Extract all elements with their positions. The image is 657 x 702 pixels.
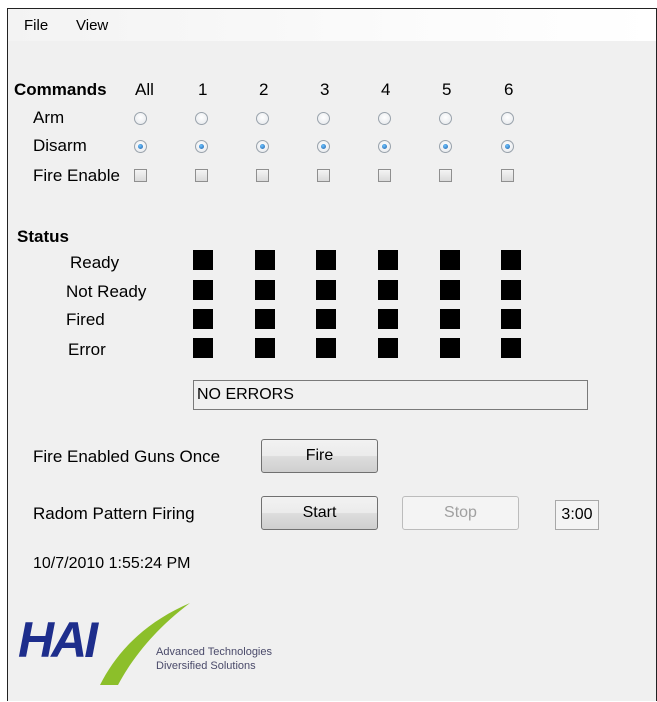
arm-radio-2[interactable] (256, 112, 269, 125)
status-ready-label: Ready (70, 253, 120, 272)
status-indicator-ready-4 (378, 250, 398, 270)
status-indicator-not-ready-4 (378, 280, 398, 300)
fire-button[interactable]: Fire (261, 439, 378, 473)
status-indicator-error-1 (193, 338, 213, 358)
disarm-radio-5[interactable] (439, 140, 452, 153)
status-indicator-fired-3 (316, 309, 336, 329)
fire-enable-checkbox-4[interactable] (378, 169, 391, 182)
status-indicator-ready-2 (255, 250, 275, 270)
column-header-5: 5 (442, 80, 452, 99)
status-indicator-not-ready-3 (316, 280, 336, 300)
status-indicator-not-ready-5 (440, 280, 460, 300)
status-indicator-fired-2 (255, 309, 275, 329)
fire-enable-checkbox-all[interactable] (134, 169, 147, 182)
status-indicator-fired-1 (193, 309, 213, 329)
status-indicator-ready-3 (316, 250, 336, 270)
menu-view[interactable]: View (76, 17, 108, 34)
status-indicator-not-ready-2 (255, 280, 275, 300)
column-header-2: 2 (259, 80, 269, 99)
arm-radio-4[interactable] (378, 112, 391, 125)
stop-button[interactable]: Stop (402, 496, 519, 530)
status-indicator-fired-5 (440, 309, 460, 329)
status-indicator-not-ready-6 (501, 280, 521, 300)
status-indicator-error-5 (440, 338, 460, 358)
logo-tagline-2: Diversified Solutions (156, 660, 256, 672)
status-error-label: Error (68, 340, 106, 359)
column-header-all: All (135, 80, 154, 99)
disarm-radio-1[interactable] (195, 140, 208, 153)
arm-radio-3[interactable] (317, 112, 330, 125)
status-indicator-error-4 (378, 338, 398, 358)
status-indicator-ready-1 (193, 250, 213, 270)
interval-field[interactable]: 3:00 (555, 500, 599, 530)
logo-wordmark: HAI (18, 612, 98, 668)
disarm-radio-3[interactable] (317, 140, 330, 153)
fire-enable-checkbox-5[interactable] (439, 169, 452, 182)
status-indicator-ready-5 (440, 250, 460, 270)
app-window: File View Commands All 1 2 3 4 5 6 Arm D… (7, 8, 657, 701)
logo-tagline-1: Advanced Technologies (156, 646, 272, 658)
arm-label: Arm (33, 108, 65, 127)
status-indicator-not-ready-1 (193, 280, 213, 300)
commands-heading: Commands (14, 80, 107, 99)
status-heading: Status (17, 227, 69, 246)
status-indicator-ready-6 (501, 250, 521, 270)
disarm-radio-6[interactable] (501, 140, 514, 153)
status-indicator-fired-4 (378, 309, 398, 329)
pattern-firing-label: Radom Pattern Firing (33, 504, 195, 523)
fire-once-label: Fire Enabled Guns Once (33, 447, 221, 466)
status-indicator-error-6 (501, 338, 521, 358)
error-message-box: NO ERRORS (193, 380, 588, 410)
menu-bar: File View (8, 9, 656, 41)
status-not-ready-label: Not Ready (66, 282, 147, 301)
start-button[interactable]: Start (261, 496, 378, 530)
hai-logo: HAI Advanced Technologies Diversified So… (18, 599, 288, 689)
disarm-label: Disarm (33, 136, 87, 155)
column-header-6: 6 (504, 80, 514, 99)
column-header-1: 1 (198, 80, 208, 99)
fire-enable-checkbox-1[interactable] (195, 169, 208, 182)
arm-radio-all[interactable] (134, 112, 147, 125)
disarm-radio-4[interactable] (378, 140, 391, 153)
menu-file[interactable]: File (24, 17, 48, 34)
fire-enable-checkbox-3[interactable] (317, 169, 330, 182)
status-indicator-error-2 (255, 338, 275, 358)
status-indicator-fired-6 (501, 309, 521, 329)
arm-radio-5[interactable] (439, 112, 452, 125)
arm-radio-6[interactable] (501, 112, 514, 125)
disarm-radio-2[interactable] (256, 140, 269, 153)
arm-radio-1[interactable] (195, 112, 208, 125)
timestamp: 10/7/2010 1:55:24 PM (33, 555, 191, 572)
fire-enable-checkbox-6[interactable] (501, 169, 514, 182)
disarm-radio-all[interactable] (134, 140, 147, 153)
fire-enable-label: Fire Enable (33, 166, 120, 185)
status-indicator-error-3 (316, 338, 336, 358)
column-header-3: 3 (320, 80, 330, 99)
column-header-4: 4 (381, 80, 391, 99)
fire-enable-checkbox-2[interactable] (256, 169, 269, 182)
status-fired-label: Fired (66, 310, 105, 329)
